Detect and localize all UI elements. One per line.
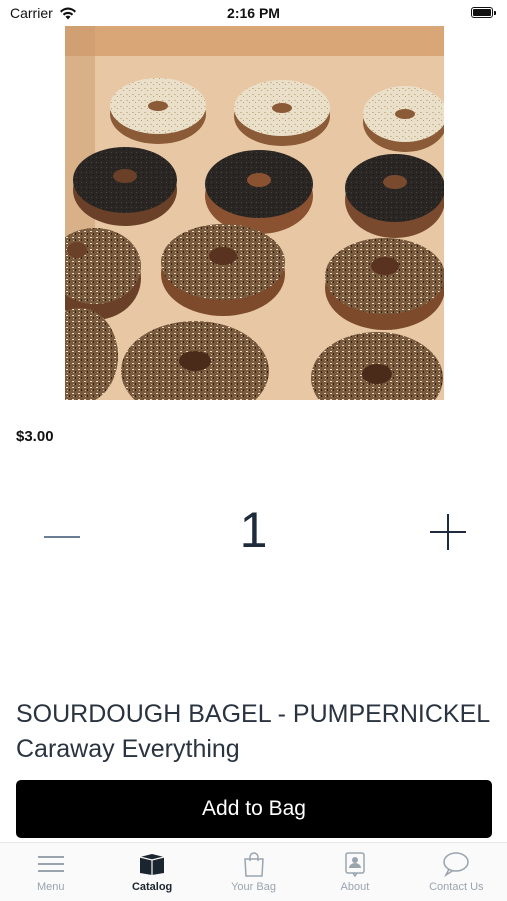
quantity-value: 1	[239, 502, 268, 558]
product-image	[65, 26, 444, 400]
tab-about-label: About	[340, 881, 370, 893]
product-title: SOURDOUGH BAGEL - PUMPERNICKEL Caraway E…	[16, 700, 490, 763]
tab-contact-us[interactable]: Contact Us	[406, 843, 507, 901]
tab-catalog[interactable]: Catalog	[101, 843, 202, 901]
menu-icon	[37, 856, 64, 872]
tab-contact-us-label: Contact Us	[429, 881, 484, 893]
battery-icon	[471, 7, 497, 19]
minus-icon	[44, 536, 80, 538]
tab-your-bag[interactable]: Your Bag	[203, 843, 304, 901]
status-bar: Carrier 2:16 PM	[0, 0, 507, 26]
tab-your-bag-label: Your Bag	[231, 881, 276, 893]
tab-menu[interactable]: Menu	[0, 843, 101, 901]
bag-icon	[243, 852, 264, 877]
chat-icon	[443, 852, 470, 877]
catalog-icon	[139, 854, 165, 875]
product-price: $3.00	[16, 428, 54, 445]
tab-menu-label: Menu	[36, 881, 65, 893]
status-time: 2:16 PM	[227, 5, 280, 21]
add-to-bag-button[interactable]: Add to Bag	[16, 780, 492, 838]
increase-quantity-button[interactable]	[430, 514, 466, 550]
tab-catalog-label: Catalog	[131, 881, 173, 893]
about-icon	[345, 852, 365, 877]
tab-bar: Menu Catalog Your Bag About Contact Us	[0, 842, 507, 901]
decrease-quantity-button[interactable]	[44, 518, 80, 554]
tab-about[interactable]: About	[304, 843, 405, 901]
